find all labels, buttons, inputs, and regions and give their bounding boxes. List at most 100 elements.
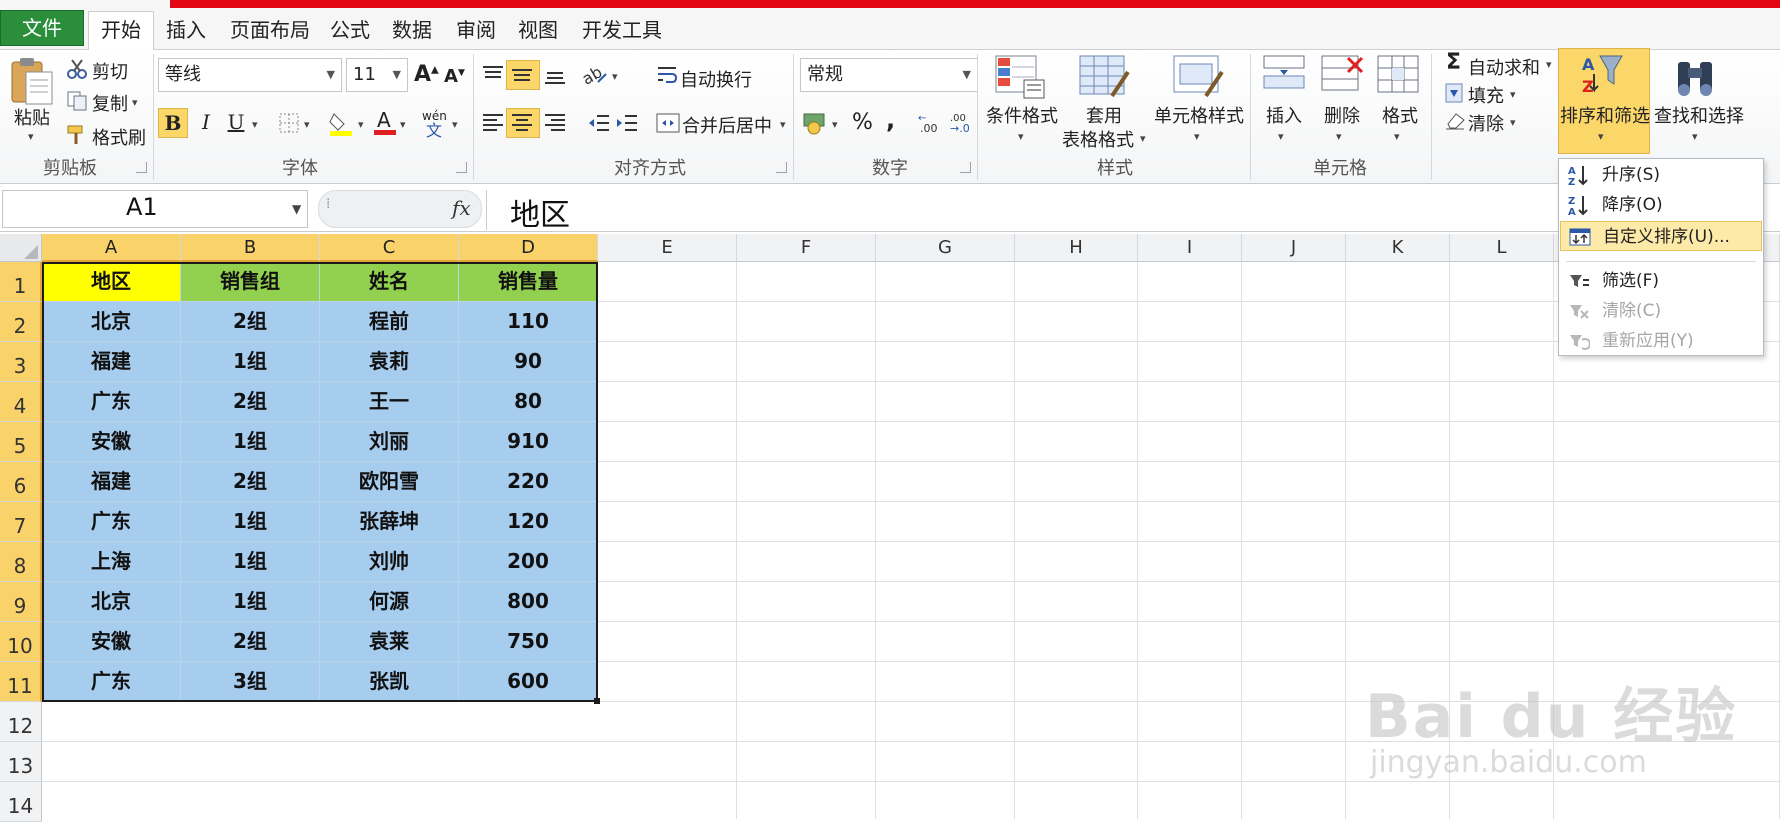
column-header[interactable]: I <box>1138 234 1242 262</box>
tab-formulas[interactable]: 公式 <box>320 12 380 50</box>
copy-button[interactable]: 复制 <box>92 90 128 116</box>
table-cell[interactable]: 80 <box>459 382 598 422</box>
alignment-launcher-icon[interactable] <box>776 162 787 173</box>
table-cell[interactable]: 安徽 <box>42 622 181 662</box>
table-cell[interactable]: 张薛坤 <box>320 502 459 542</box>
align-bottom-icon[interactable] <box>542 62 568 92</box>
tab-developer[interactable]: 开发工具 <box>572 12 672 50</box>
formula-input[interactable]: 地区 <box>510 190 570 234</box>
find-dropdown-icon[interactable]: ▾ <box>1692 130 1698 143</box>
table-cell[interactable]: 600 <box>459 662 598 702</box>
table-cell[interactable]: 220 <box>459 462 598 502</box>
table-cell[interactable]: 广东 <box>42 502 181 542</box>
insert-function-button[interactable]: fx <box>452 196 471 220</box>
delete-dropdown-icon[interactable]: ▾ <box>1336 130 1342 143</box>
row-header[interactable]: 13 <box>0 742 42 782</box>
table-cell[interactable]: 2组 <box>181 462 320 502</box>
table-cell[interactable]: 广东 <box>42 382 181 422</box>
insert-cells-icon[interactable] <box>1260 54 1308 100</box>
tab-review[interactable]: 审阅 <box>446 12 506 50</box>
row-header[interactable]: 8 <box>0 542 42 582</box>
table-cell[interactable]: 1组 <box>181 582 320 622</box>
table-cell[interactable]: 800 <box>459 582 598 622</box>
cell-styles-button[interactable]: 单元格样式 <box>1154 102 1244 128</box>
percent-button[interactable]: % <box>852 110 873 135</box>
row-header[interactable]: 11 <box>0 662 42 702</box>
table-cell[interactable]: 张凯 <box>320 662 459 702</box>
column-header[interactable]: E <box>598 234 737 262</box>
table-header-cell[interactable]: 地区 <box>42 262 181 302</box>
currency-icon[interactable] <box>802 110 830 140</box>
table-cell[interactable]: 安徽 <box>42 422 181 462</box>
comma-button[interactable]: , <box>886 106 895 134</box>
shrink-font-icon[interactable]: A▼ <box>444 66 465 87</box>
row-header[interactable]: 2 <box>0 302 42 342</box>
table-cell[interactable]: 刘丽 <box>320 422 459 462</box>
insert-dropdown-icon[interactable]: ▾ <box>1278 130 1284 143</box>
tab-insert[interactable]: 插入 <box>156 12 216 50</box>
chevron-down-icon[interactable]: ▼ <box>292 202 301 216</box>
phonetic-dropdown-icon[interactable]: ▾ <box>452 118 458 131</box>
format-cells-icon[interactable] <box>1374 54 1422 100</box>
clipboard-launcher-icon[interactable] <box>136 162 147 173</box>
delete-button[interactable]: 删除 <box>1324 102 1360 128</box>
table-header-cell[interactable]: 销售量 <box>459 262 598 302</box>
underline-dropdown-icon[interactable]: ▾ <box>252 118 258 131</box>
table-cell[interactable]: 福建 <box>42 462 181 502</box>
align-left-icon[interactable] <box>480 110 506 140</box>
decrease-decimal-icon[interactable]: .00 →.0 <box>948 110 974 140</box>
table-cell[interactable]: 何源 <box>320 582 459 622</box>
format-as-table-icon[interactable] <box>1078 54 1130 104</box>
tab-home[interactable]: 开始 <box>88 11 154 51</box>
row-header[interactable]: 4 <box>0 382 42 422</box>
find-select-button[interactable]: 查找和选择 <box>1654 102 1744 128</box>
paste-button[interactable]: 粘贴 <box>14 104 50 130</box>
table-cell[interactable]: 上海 <box>42 542 181 582</box>
menu-item-sort-ascending[interactable]: AZ 升序(S) <box>1560 160 1762 190</box>
column-header[interactable]: G <box>876 234 1015 262</box>
table-cell[interactable]: 3组 <box>181 662 320 702</box>
table-cell[interactable]: 北京 <box>42 582 181 622</box>
tab-view[interactable]: 视图 <box>508 12 568 50</box>
table-cell[interactable]: 120 <box>459 502 598 542</box>
table-cell[interactable]: 刘帅 <box>320 542 459 582</box>
column-header[interactable]: D <box>459 234 598 262</box>
format-painter-button[interactable]: 格式刷 <box>92 124 146 150</box>
align-center-icon[interactable] <box>506 108 540 138</box>
increase-indent-icon[interactable] <box>614 110 640 140</box>
table-cell[interactable]: 欧阳雪 <box>320 462 459 502</box>
grow-font-icon[interactable]: A▲ <box>414 62 439 87</box>
font-color-icon[interactable]: A <box>372 108 398 140</box>
column-header[interactable]: K <box>1346 234 1450 262</box>
paste-icon[interactable] <box>8 54 56 108</box>
tab-page-layout[interactable]: 页面布局 <box>220 12 320 50</box>
row-header[interactable]: 12 <box>0 702 42 742</box>
fill-color-dropdown-icon[interactable]: ▾ <box>358 118 364 131</box>
table-cell[interactable]: 110 <box>459 302 598 342</box>
table-cell[interactable]: 袁莉 <box>320 342 459 382</box>
borders-dropdown-icon[interactable]: ▾ <box>304 118 310 131</box>
wrap-text-button[interactable]: 自动换行 <box>680 66 752 92</box>
table-cell[interactable]: 广东 <box>42 662 181 702</box>
autosum-button[interactable]: 自动求和 <box>1468 54 1540 80</box>
font-color-dropdown-icon[interactable]: ▾ <box>400 118 406 131</box>
borders-icon[interactable] <box>278 112 300 138</box>
fill-handle[interactable] <box>594 698 600 704</box>
conditional-formatting-button[interactable]: 条件格式 <box>986 102 1058 128</box>
format-dropdown-icon[interactable]: ▾ <box>1394 130 1400 143</box>
column-header[interactable]: B <box>181 234 320 262</box>
increase-decimal-icon[interactable]: ← .00 <box>918 110 944 140</box>
font-name-combobox[interactable]: 等线 ▼ <box>158 58 342 92</box>
align-top-icon[interactable] <box>480 62 506 92</box>
column-header[interactable]: L <box>1450 234 1554 262</box>
merge-dropdown-icon[interactable]: ▾ <box>780 118 786 131</box>
column-header[interactable]: F <box>737 234 876 262</box>
row-header[interactable]: 6 <box>0 462 42 502</box>
tab-file[interactable]: 文件 <box>0 10 84 46</box>
table-header-cell[interactable]: 销售组 <box>181 262 320 302</box>
font-launcher-icon[interactable] <box>456 162 467 173</box>
currency-dropdown-icon[interactable]: ▾ <box>832 118 838 131</box>
decrease-indent-icon[interactable] <box>586 110 612 140</box>
row-header[interactable]: 14 <box>0 782 42 822</box>
table-cell[interactable]: 1组 <box>181 342 320 382</box>
